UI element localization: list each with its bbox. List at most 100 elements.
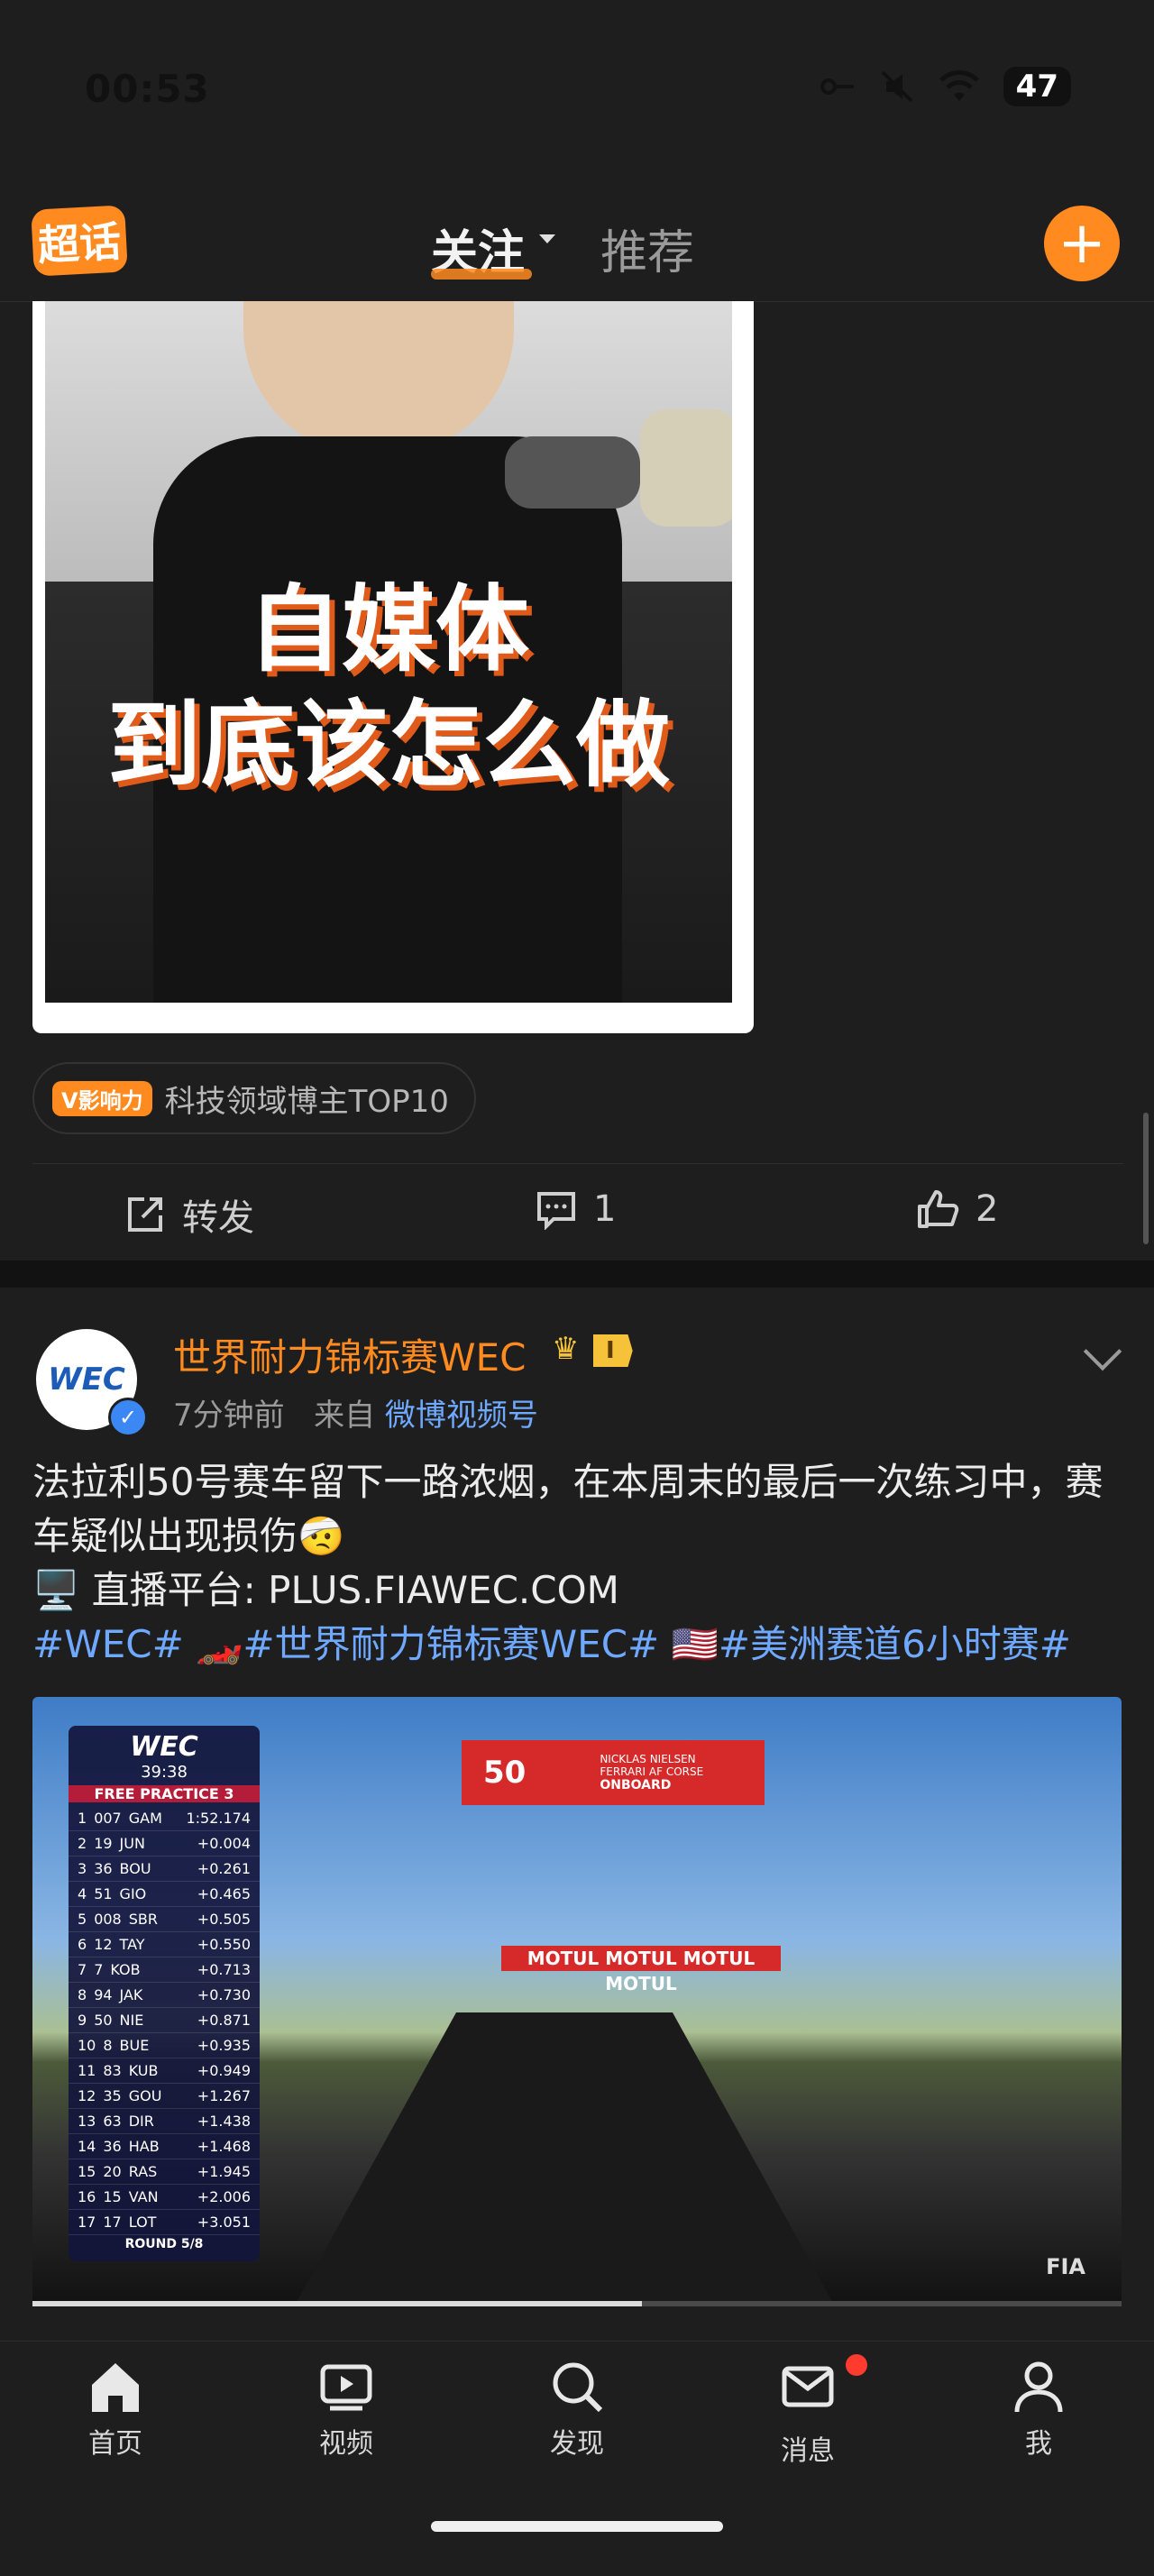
like-count: 2: [975, 1188, 999, 1230]
hashtag[interactable]: 🇺🇸#美洲赛道6小时赛#: [672, 1622, 1071, 1666]
video-progress[interactable]: [32, 2301, 1122, 2306]
standings-gap: +0.261: [197, 1860, 251, 1877]
standings-row: 4 51 GIO +0.465: [69, 1882, 260, 1907]
standings-row: 14 36 HAB +1.468: [69, 2134, 260, 2159]
standings-row: 1 007 GAM 1:52.174: [69, 1806, 260, 1831]
nav-messages[interactable]: 消息: [736, 2354, 880, 2468]
status-time: 00:53: [85, 67, 210, 111]
nav-discover[interactable]: 发现: [505, 2358, 649, 2461]
app-header: 超话 关注 推荐 +: [0, 180, 1154, 302]
video-progress-fill: [32, 2301, 643, 2306]
standings-num: 008: [94, 1911, 122, 1928]
caret-down-icon[interactable]: [539, 234, 555, 243]
standings-num: 51: [94, 1885, 113, 1902]
battery-indicator: 47: [1003, 67, 1071, 106]
nav-label: 视频: [319, 2428, 373, 2460]
mail-icon: [782, 2366, 834, 2407]
video-icon: [320, 2364, 372, 2411]
standings-pos: 9: [78, 2012, 87, 2029]
standings-gap: +0.004: [197, 1835, 251, 1852]
standings-gap: +0.505: [197, 1911, 251, 1928]
standings-row: 5 008 SBR +0.505: [69, 1907, 260, 1932]
post-video[interactable]: WEC 39:38 FREE PRACTICE 3 1 007 GAM 1:52.17…: [32, 1697, 1122, 2306]
nav-me[interactable]: 我: [966, 2358, 1111, 2461]
standings-row: 11 83 KUB +0.949: [69, 2058, 260, 2084]
repost-label: 转发: [182, 1197, 254, 1239]
nav-label: 首页: [88, 2428, 142, 2460]
standings-row: 17 17 LOT +3.051: [69, 2210, 260, 2235]
standings-gap: +0.935: [197, 2037, 251, 2054]
session-name: FREE PRACTICE 3: [69, 1785, 260, 1802]
bottom-nav: 首页 视频 发现 消息 我: [0, 2341, 1154, 2576]
chevron-down-icon[interactable]: [1083, 1332, 1122, 1371]
v-influence-badge: V影响力: [52, 1080, 152, 1116]
nav-label: 消息: [781, 2435, 835, 2467]
standings-code: JUN: [119, 1835, 145, 1852]
like-button[interactable]: 2: [916, 1188, 998, 1230]
nav-home[interactable]: 首页: [43, 2358, 188, 2461]
profile-icon: [1014, 2361, 1063, 2413]
nav-video[interactable]: 视频: [274, 2358, 418, 2461]
standings-pos: 10: [78, 2037, 96, 2054]
standings-code: LOT: [128, 2214, 157, 2231]
standings-num: 36: [94, 1860, 113, 1877]
standings-code: HAB: [128, 2138, 160, 2155]
standings-num: 7: [94, 1961, 104, 1978]
comment-count: 1: [593, 1188, 617, 1230]
scrollbar[interactable]: [1143, 1113, 1149, 1244]
author-name[interactable]: 世界耐力锦标赛WEC: [173, 1327, 526, 1382]
influence-tag[interactable]: V影响力 科技领域博主TOP10: [32, 1062, 476, 1134]
standings-num: 12: [94, 1936, 113, 1953]
standings-code: SBR: [128, 1911, 158, 1928]
post-image[interactable]: 自媒体 到底该怎么做: [45, 301, 732, 1003]
comment-button[interactable]: 1: [536, 1188, 616, 1230]
fia-mark: FIA: [1046, 2254, 1085, 2279]
home-indicator[interactable]: [431, 2521, 723, 2532]
post-image-frame: 自媒体 到底该怎么做: [32, 301, 754, 1033]
wifi-icon: [939, 70, 979, 101]
standings-num: 19: [94, 1835, 113, 1852]
standings-num: 007: [94, 1810, 122, 1827]
standings-list: 1 007 GAM 1:52.174 2 19 JUN +0.004 3 36 BOU +0.261 4…: [69, 1806, 260, 2235]
post-meta: 7分钟前 来自 微博视频号: [173, 1390, 538, 1435]
standings-pos: 7: [78, 1961, 87, 1978]
caption-line: 到底该怎么做: [106, 690, 670, 800]
standings-pos: 6: [78, 1936, 87, 1953]
post-source[interactable]: 微博视频号: [385, 1398, 538, 1434]
standings-pos: 3: [78, 1860, 87, 1877]
tab-recommend[interactable]: 推荐: [600, 215, 694, 282]
standings-num: 83: [103, 2062, 122, 2079]
standings-row: 2 19 JUN +0.004: [69, 1831, 260, 1856]
standings-code: GIO: [119, 1885, 147, 1902]
chaohua-logo[interactable]: 超话: [31, 205, 128, 277]
hashtag-row: #WEC# 🏎️#世界耐力锦标赛WEC# 🇺🇸#美洲赛道6小时赛#: [32, 1618, 1123, 1672]
standings-gap: +1.945: [197, 2163, 251, 2180]
standings-code: GOU: [128, 2087, 162, 2104]
active-tab-indicator: [431, 269, 532, 280]
crown-icon: ♛: [552, 1331, 580, 1367]
add-button[interactable]: +: [1044, 206, 1120, 281]
standings-pos: 1: [78, 1810, 87, 1827]
repost-button[interactable]: 转发: [124, 1188, 254, 1241]
standings-row: 16 15 VAN +2.006: [69, 2185, 260, 2210]
feed-separator: [0, 1260, 1154, 1288]
standings-num: 36: [103, 2138, 122, 2155]
hashtag[interactable]: #WEC#: [32, 1622, 184, 1666]
car-number: 50: [483, 1755, 527, 1791]
driver-box: 50 NICKLAS NIELSEN FERRARI AF CORSE ONBO…: [462, 1740, 765, 1805]
standings-code: JAK: [119, 1986, 143, 2003]
hashtag[interactable]: 🏎️#世界耐力锦标赛WEC#: [196, 1622, 659, 1666]
standings-gap: +0.713: [197, 1961, 251, 1978]
standings-pos: 2: [78, 1835, 87, 1852]
standings-code: BUE: [119, 2037, 150, 2054]
team-name: FERRARI AF CORSE: [600, 1765, 704, 1778]
standings-row: 15 20 RAS +1.945: [69, 2159, 260, 2185]
standings-pos: 14: [78, 2138, 96, 2155]
standings-gap: +0.871: [197, 2012, 251, 2029]
person-face: [243, 301, 514, 454]
standings-num: 94: [94, 1986, 113, 2003]
wec-logo: WEC: [130, 1731, 198, 1763]
post-text: 法拉利50号赛车留下一路浓烟，在本周末的最后一次练习中，赛车疑似出现损伤🤕 🖥️…: [32, 1455, 1123, 1672]
notification-badge: [846, 2354, 867, 2376]
search-icon: [553, 2362, 603, 2413]
